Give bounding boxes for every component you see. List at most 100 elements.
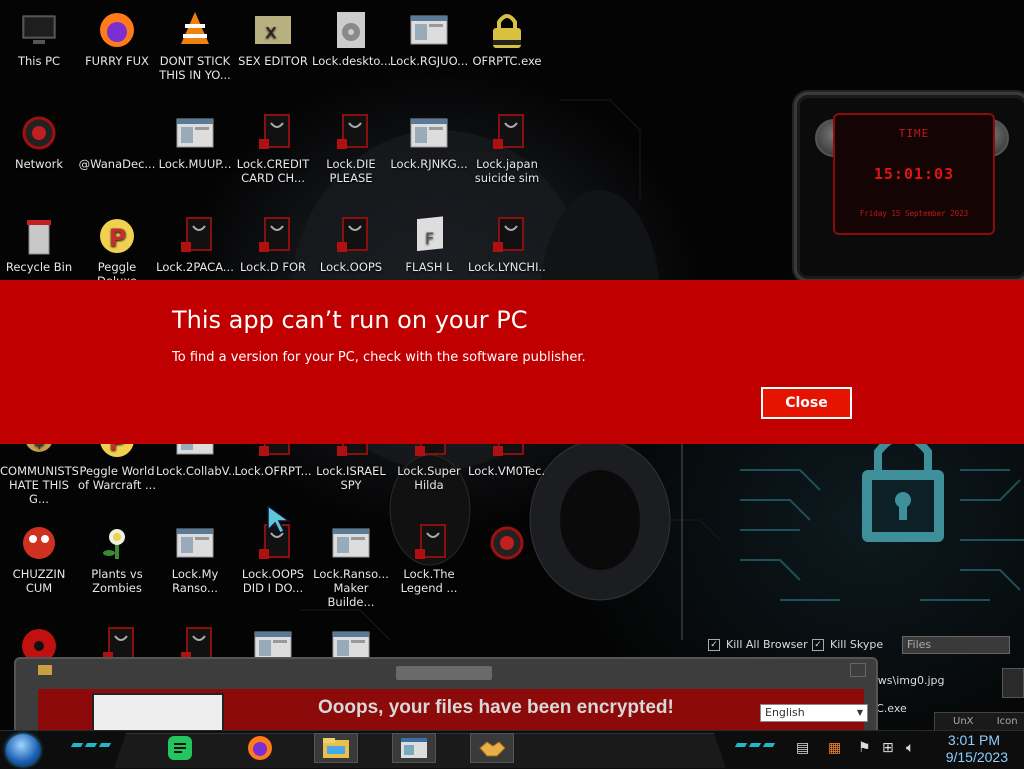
desktop-icon[interactable]: Lock.MUUP... [156,113,234,171]
desktop-icon-label: FLASH L [405,260,453,274]
window-icon [401,738,427,758]
file-explorer-icon [323,738,349,758]
desktop-icon[interactable]: FURRY FUX [78,10,156,68]
desktop-icon[interactable]: x SEX EDITOR [234,10,312,68]
locked-file-icon [331,113,371,153]
flag-icon[interactable]: ⚑ [858,740,871,756]
desktop-icon-label: Lock.OOPS DID I DO... [241,567,305,595]
checkbox-checked-icon: ✓ [708,638,720,651]
desktop-icon[interactable]: Network [0,113,78,171]
desktop-icon[interactable]: Lock.OOPS [312,216,390,274]
kill-skype-checkbox[interactable]: ✓ Kill Skype [812,638,883,651]
desktop-icon-label: Plants vs Zombies [91,567,143,595]
desktop-icon[interactable] [468,523,546,567]
start-button[interactable] [6,734,40,766]
decor-dash [748,743,762,747]
desktop-icon[interactable]: Lock.D FOR [234,216,312,274]
taskbar: ▤ ▦ ⚑ ⊞ 🔈︎ 3:01 PM 9/15/2023 [0,730,1024,769]
file-explorer-taskbar-button[interactable] [314,733,358,763]
volume-icon[interactable]: 🔈︎ [906,740,914,756]
handshake-taskbar-button[interactable] [470,733,514,763]
desktop-icon[interactable]: Lock.2PACA... [156,216,234,274]
desktop-icon-label: FURRY FUX [85,54,149,68]
desktop-icon[interactable]: OFRPTC.exe [468,10,546,68]
language-select[interactable]: English ▼ [760,704,868,722]
taskbar-time[interactable]: 3:01 PM [948,732,1000,748]
window-taskbar-button[interactable] [392,733,436,763]
taskbar-date[interactable]: 9/15/2023 [946,749,1008,765]
desktop-icon-label: Recycle Bin [5,260,73,274]
desktop-icon[interactable]: @WanaDec... [78,113,156,171]
desktop-icon[interactable]: Lock.DIE PLEASE [312,113,390,185]
locked-file-icon [253,113,293,153]
window-control-button[interactable] [850,663,866,677]
decor-dash [762,743,776,747]
desktop-icon-label: SEX EDITOR [238,54,308,68]
desktop-icon-label: Lock.RJNKG... [390,157,468,171]
desktop-icon[interactable]: F FLASH L [390,216,468,274]
app-cant-run-dialog: This app can’t run on your PC To find a … [0,280,1024,444]
desktop-icon-label: Lock.CREDIT CARD CH... [236,157,310,185]
desktop-icon[interactable]: Lock.CREDIT CARD CH... [234,113,312,185]
checkbox-checked-icon: ✓ [812,638,824,651]
svg-text:x: x [265,19,277,43]
app-tray-icon[interactable]: ▦ [828,740,841,756]
ransom-message: Ooops, your files have been encrypted! [318,697,674,718]
locked-file-icon [487,216,527,256]
option-icon[interactable]: Icon [997,716,1018,727]
desktop-icon-label: Lock.The Legend ... [400,567,458,595]
kill-browser-label: Kill All Browser [726,638,808,651]
window-file-icon [175,113,215,153]
desktop-icon-label: CHUZZIN CUM [12,567,66,595]
ransomware-window[interactable]: Ooops, your files have been encrypted! E… [14,657,878,741]
ransom-titlebar[interactable] [396,666,492,680]
kill-browser-checkbox[interactable]: ✓ Kill All Browser [708,638,808,651]
language-value: English [765,706,805,719]
wanadecryptor-icon [97,113,137,153]
desktop-icon[interactable]: Lock.LYNCHI... [468,216,546,274]
locked-file-icon [253,216,293,256]
system-tray: ▤ ▦ ⚑ ⊞ 🔈︎ 3:01 PM 9/15/2023 [794,731,1024,769]
desktop-icon[interactable]: Lock.japan suicide sim [468,113,546,185]
desktop-icon[interactable]: Recycle Bin [0,216,78,274]
desktop-icon-label: Lock.My Ranso... [171,567,219,595]
decor-dash [84,743,98,747]
desktop-icon-label: Lock.D FOR [239,260,307,274]
files-select[interactable]: Files [902,636,1010,654]
decor-dash [98,743,112,747]
desktop-icon[interactable]: Plants vs Zombies [78,523,156,595]
clock-display: TIME 15:01:03 Friday 15 September 2023 [833,113,995,235]
locked-file-icon [487,113,527,153]
desktop-icon[interactable]: Lock.The Legend ... [390,523,468,595]
handshake-icon [479,741,506,757]
notes-app-button[interactable] [158,733,202,763]
desktop-icon-label: Lock.ISRAEL SPY [316,464,386,492]
browse-button[interactable] [1002,668,1024,698]
firefox-icon [248,736,272,760]
desktop-icon[interactable]: Lock.deskto... [312,10,390,68]
desktop-icon[interactable]: CHUZZIN CUM [0,523,78,595]
desktop-icon[interactable]: Lock.Ranso... Maker Builde... [312,523,390,609]
desktop-icon-label: Network [14,157,64,171]
desktop-icon[interactable]: This PC [0,10,78,68]
desktop-icon-label: Lock.DIE PLEASE [326,157,376,185]
desktop-icon[interactable]: Lock.My Ranso... [156,523,234,595]
option-unx[interactable]: UnX [953,716,974,727]
close-button[interactable]: Close [761,387,852,419]
desktop-icon[interactable]: Lock.RJNKG... [390,113,468,171]
mouse-cursor-icon [267,504,292,534]
flash-icon: F [409,216,449,256]
desktop-icon[interactable]: PPeggle Deluxe [78,216,156,288]
padlock-wallpaper-graphic [862,432,944,542]
clock-widget[interactable]: TIME 15:01:03 Friday 15 September 2023 [794,92,1024,282]
desktop-icon[interactable]: Lock.RGJUO... [390,10,468,68]
desktop-icon[interactable]: DONT STICK THIS IN YO... [156,10,234,82]
decor-dash [70,743,84,747]
show-hidden-icons-icon[interactable]: ▤ [796,740,809,756]
firefox-icon [97,10,137,50]
svg-text:P: P [109,224,127,252]
svg-text:F: F [425,229,434,248]
network-icon[interactable]: ⊞ [882,740,894,756]
clock-title: TIME [898,127,930,140]
firefox-taskbar-button[interactable] [238,733,282,763]
